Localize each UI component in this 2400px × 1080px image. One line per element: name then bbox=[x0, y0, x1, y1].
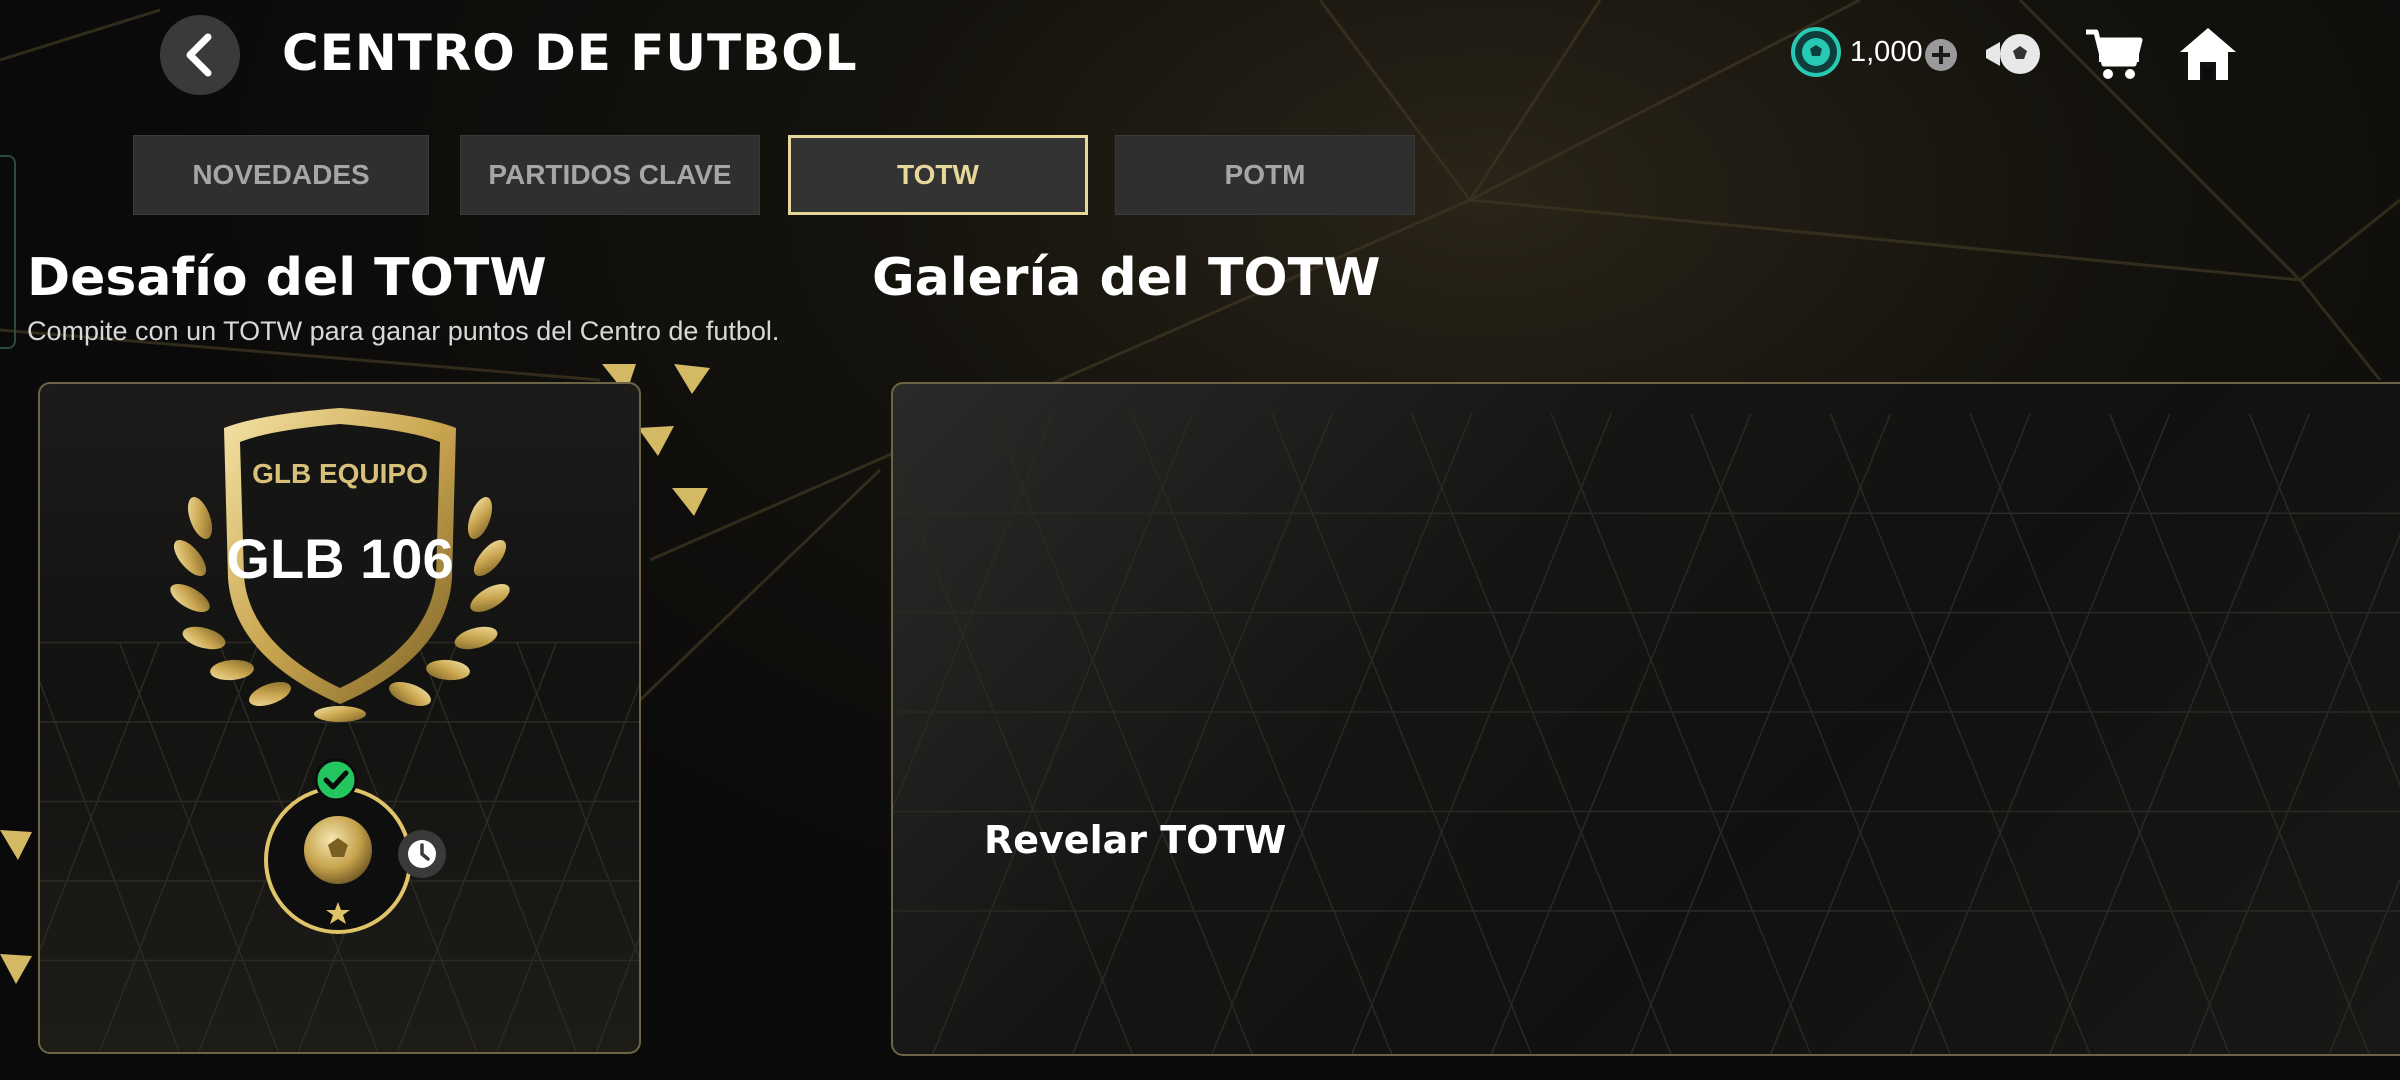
gold-football-icon bbox=[304, 816, 372, 924]
reveal-totw-label[interactable]: Revelar TOTW bbox=[984, 818, 1286, 862]
home-icon[interactable] bbox=[2176, 24, 2240, 84]
tab-label: POTM bbox=[1224, 159, 1306, 190]
totw-gallery-card[interactable] bbox=[891, 382, 2400, 1056]
side-panel-handle[interactable] bbox=[0, 155, 16, 349]
plus-circle-icon[interactable] bbox=[1924, 38, 1958, 72]
football-packs-icon[interactable] bbox=[1982, 24, 2046, 84]
tab-label: NOVEDADES bbox=[192, 159, 370, 190]
shopping-cart-icon[interactable] bbox=[2082, 24, 2146, 84]
back-button[interactable] bbox=[160, 15, 240, 95]
chevron-left-icon bbox=[186, 33, 212, 77]
tab-label: TOTW bbox=[897, 159, 979, 190]
reward-slot[interactable] bbox=[264, 786, 412, 934]
tab-totw[interactable]: TOTW bbox=[788, 135, 1088, 215]
gold-arrow-decoration bbox=[0, 830, 32, 984]
tab-potm[interactable]: POTM bbox=[1115, 135, 1415, 215]
tab-novedades[interactable]: NOVEDADES bbox=[133, 135, 429, 215]
emblem-division-label: GLB EQUIPO bbox=[252, 458, 428, 489]
emblem-rank-label: GLB 106 bbox=[226, 527, 454, 590]
division-emblem: GLB EQUIPO GLB 106 bbox=[160, 398, 520, 738]
clock-icon bbox=[398, 830, 446, 878]
currency-amount: 1,000 bbox=[1850, 36, 1923, 68]
challenge-section-subtitle: Compite con un TOTW para ganar puntos de… bbox=[27, 316, 780, 346]
completed-check-icon bbox=[314, 758, 358, 802]
tab-label: PARTIDOS CLAVE bbox=[488, 159, 732, 190]
football-centre-screen: CENTRO DE FUTBOL 1,000 NOVEDADES PARTIDO… bbox=[0, 0, 2400, 1080]
gallery-section-title: Galería del TOTW bbox=[872, 248, 1381, 308]
football-coin-icon bbox=[1791, 27, 1841, 77]
tab-partidos-clave[interactable]: PARTIDOS CLAVE bbox=[460, 135, 760, 215]
totw-challenge-card[interactable]: GLB EQUIPO GLB 106 bbox=[38, 382, 641, 1054]
page-title: CENTRO DE FUTBOL bbox=[282, 24, 858, 82]
triangle-pattern bbox=[893, 413, 2400, 1054]
challenge-section-title: Desafío del TOTW bbox=[27, 248, 547, 308]
